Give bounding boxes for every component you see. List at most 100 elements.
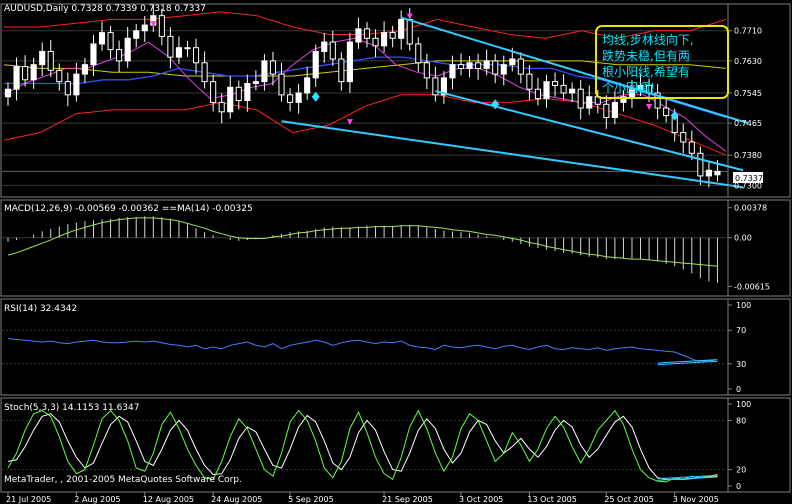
candle-bear (551, 81, 559, 86)
candle-bear (107, 32, 114, 51)
date-tick-label: 12 Aug 2005 (143, 495, 194, 504)
candle-bull (705, 169, 712, 177)
candle-bull (312, 50, 319, 79)
candle-bull (586, 96, 593, 109)
candle-bear (457, 64, 465, 69)
candle-bull (509, 58, 516, 66)
candle-bear (415, 43, 422, 64)
candle-bull (449, 64, 456, 79)
macd-signal-line (7, 217, 718, 267)
annotation-line-3: 根小阳线,希望有 (602, 64, 690, 79)
macd-signal-line (7, 217, 718, 267)
date-tick-label: 3 Oct 2005 (459, 495, 503, 504)
candle-bull (141, 24, 148, 32)
candle-bull (13, 66, 20, 90)
candle-bear (526, 73, 533, 90)
candle-bull (346, 41, 353, 83)
price-tick-label: 0.7465 (734, 119, 762, 128)
candle-bear (389, 32, 396, 39)
candle-bear (363, 28, 371, 39)
candle-bear (406, 18, 413, 45)
candle-bull (124, 37, 131, 62)
candle-bull (355, 28, 362, 43)
price-tick-label: 0.7380 (734, 151, 762, 160)
candle-bear (329, 41, 336, 60)
date-tick-label: 25 Oct 2005 (604, 495, 653, 504)
copyright-text: MetaTrader, , 2001-2005 MetaQuotes Softw… (4, 475, 242, 485)
candle-bear (167, 35, 174, 58)
candle-bull (252, 81, 259, 85)
candle-bull (90, 43, 97, 66)
annotation-line-1: 均线,步林线向下, (602, 32, 694, 47)
price-axis: 0.77100.76300.75450.74650.73800.7300 (728, 27, 762, 190)
candle-bull (381, 32, 388, 47)
candle-bear (210, 81, 217, 103)
candle-bear (560, 84, 567, 94)
candle-bear (663, 107, 670, 117)
candle-bear (287, 94, 294, 103)
date-tick-label: 13 Oct 2005 (527, 495, 576, 504)
candle-bull (483, 60, 490, 69)
macd-tick-label: 0.00 (734, 234, 752, 243)
rsi-tick-label: 30 (736, 360, 746, 369)
candle-bull (4, 88, 12, 98)
candle-bear (56, 69, 63, 83)
date-tick-label: 5 Sep 2005 (288, 495, 334, 504)
candle-bear (338, 58, 345, 83)
candle-bull (98, 32, 106, 45)
candle-bear (475, 62, 482, 69)
date-axis: 21 Jul 2005 2 Aug 2005 12 Aug 2005 24 Aug 2… (6, 492, 719, 504)
candle-bear (372, 37, 379, 47)
fractal-down-marker (346, 119, 353, 126)
annotation-line-4: 个小回调! (602, 81, 655, 95)
annotation-line-2: 跌势未稳,但有两 (602, 48, 690, 63)
candle-bear (603, 103, 610, 118)
candle-bear (22, 66, 29, 81)
rsi-tick-label: 0 (736, 385, 741, 394)
candle-bull (244, 83, 251, 101)
date-tick-label: 24 Aug 2005 (211, 495, 262, 504)
candle-bull (714, 170, 721, 176)
price-tick-label: 0.7545 (734, 89, 762, 98)
stoch-tick-label: 0 (736, 482, 741, 491)
chart-canvas: 0.77100.76300.75450.74650.73800.7300 AUD… (0, 3, 791, 504)
stoch-tick-label: 20 (736, 466, 746, 475)
stoch-panel-title: Stoch(5,3,3) 14.1153 11.6347 (4, 403, 139, 413)
current-price-label: 0.7337 (735, 174, 763, 183)
candle-bear (269, 60, 277, 75)
candle-bull (81, 64, 88, 75)
macd-tick-label: -0.00615 (734, 282, 770, 291)
fractal-down-marker (646, 104, 653, 111)
candle-bear (64, 81, 71, 96)
panel-frame-1 (0, 199, 791, 297)
candle-bull (321, 41, 328, 52)
candle-bull (73, 73, 80, 96)
candle-bull (184, 47, 191, 50)
rsi-tick-label: 100 (736, 301, 751, 310)
rsi-tick-label: 70 (736, 326, 746, 335)
candle-bull (30, 64, 37, 81)
rsi-panel-title: RSI(14) 32.4342 (4, 304, 77, 314)
date-tick-label: 3 Nov 2005 (673, 495, 719, 504)
candle-bear (423, 62, 430, 79)
rsi-line (7, 338, 718, 363)
price-candles (4, 4, 721, 188)
stoch-tick-label: 80 (736, 416, 746, 425)
rsi-line (7, 338, 718, 363)
candle-bear (235, 86, 242, 102)
candle-bear (688, 141, 695, 154)
candle-bear (201, 62, 208, 83)
candle-bear (192, 47, 200, 64)
price-tick-label: 0.7630 (734, 57, 762, 66)
candle-bear (577, 88, 584, 109)
rsi-axis: 100 70 30 0 (728, 301, 751, 394)
candle-bull (611, 101, 618, 118)
macd-histogram (7, 216, 718, 283)
stoch-lines (7, 409, 718, 483)
candle-bull (133, 30, 140, 39)
candle-bull (398, 18, 405, 39)
price-tick-label: 0.7710 (734, 27, 762, 36)
macd-axis: 0.00378 0.00 -0.00615 (728, 204, 770, 291)
candle-bull (543, 81, 550, 100)
candle-bear (218, 101, 225, 113)
